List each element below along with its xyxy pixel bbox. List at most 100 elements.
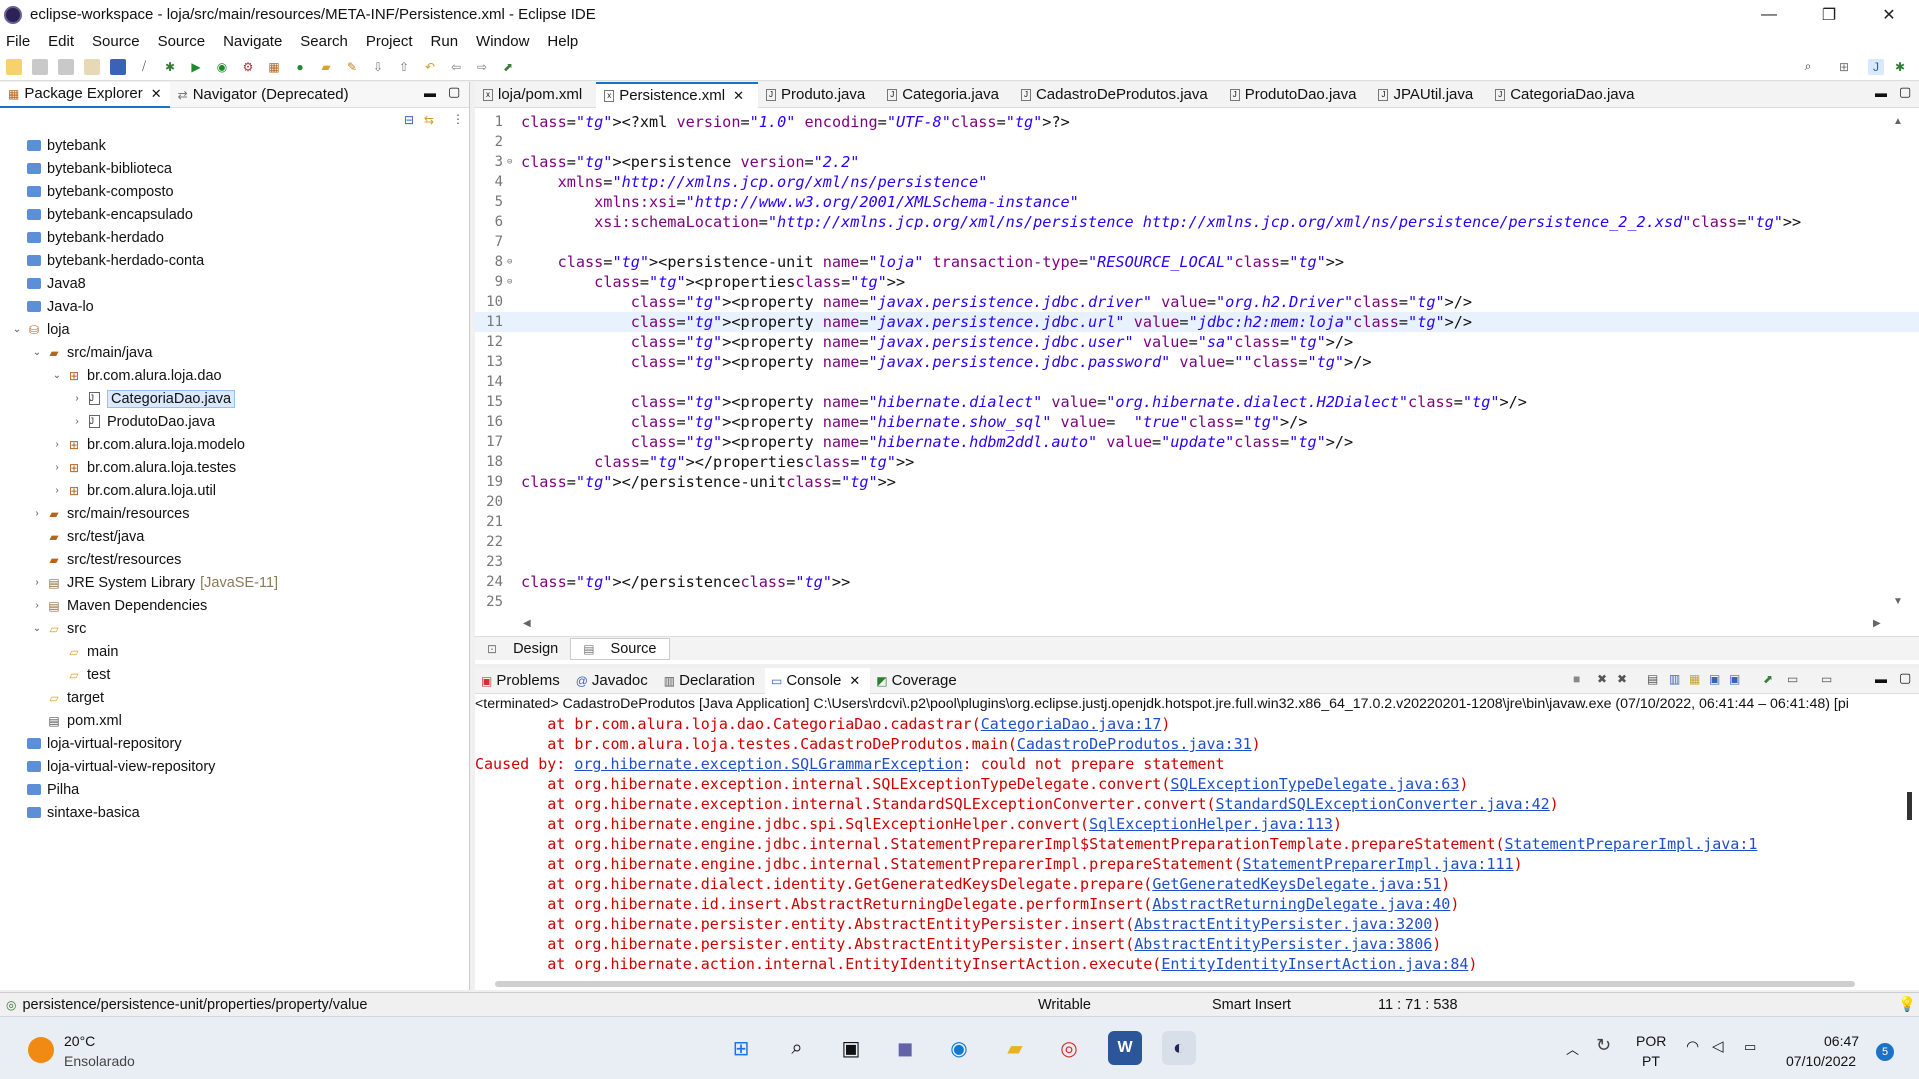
- chevron-right-icon[interactable]: ›: [30, 600, 44, 611]
- stacktrace-link[interactable]: AbstractEntityPersister.java:3806: [1134, 935, 1432, 953]
- pin-console-icon[interactable]: ⬈: [1763, 672, 1773, 686]
- forward-icon[interactable]: ⇨: [474, 59, 490, 75]
- tree-item[interactable]: › ▰ src/main/resources: [0, 502, 470, 525]
- tree-item[interactable]: › ⊞ br.com.alura.loja.testes: [0, 456, 470, 479]
- stacktrace-link[interactable]: CategoriaDao.java:17: [981, 715, 1162, 733]
- scroll-up-icon[interactable]: ▲: [1893, 116, 1903, 127]
- show-on-stdout-icon[interactable]: ▣: [1709, 672, 1720, 686]
- pin-editor-icon[interactable]: ⬈: [500, 59, 516, 75]
- windows-start-icon[interactable]: ⊞: [724, 1031, 758, 1065]
- stacktrace-link[interactable]: StatementPreparerImpl.java:1: [1505, 835, 1758, 853]
- teams-chat-icon[interactable]: ◼: [888, 1031, 922, 1065]
- tree-item[interactable]: bytebank-encapsulado: [0, 203, 470, 226]
- save-icon[interactable]: [32, 58, 48, 75]
- coverage-icon[interactable]: ◉: [214, 59, 230, 75]
- close-icon[interactable]: ✕: [151, 86, 162, 102]
- stacktrace-link[interactable]: StandardSQLExceptionConverter.java:42: [1216, 795, 1550, 813]
- chevron-right-icon[interactable]: ›: [70, 416, 84, 427]
- code-editor[interactable]: 1 class="tg"><?xml version="1.0" encoding…: [475, 112, 1919, 612]
- show-hidden-icons-icon[interactable]: ︿: [1566, 1039, 1579, 1058]
- close-console-icon[interactable]: ✕: [849, 673, 860, 689]
- chevron-right-icon[interactable]: ›: [50, 485, 64, 496]
- restore-button[interactable]: ❐: [1800, 0, 1858, 29]
- menu-file[interactable]: File: [6, 33, 30, 50]
- code-line[interactable]: 22: [475, 532, 1919, 552]
- new-icon[interactable]: [6, 58, 22, 75]
- java-perspective-icon[interactable]: J: [1868, 58, 1884, 75]
- menu-source[interactable]: Source: [92, 33, 140, 50]
- console-horizontal-scrollbar[interactable]: [495, 981, 1855, 987]
- collapse-all-icon[interactable]: ⊟: [404, 113, 414, 127]
- eclipse-taskbar-icon[interactable]: ◐: [1162, 1031, 1196, 1065]
- editor-minimize-icon[interactable]: ▬: [1875, 86, 1887, 100]
- code-line[interactable]: 23: [475, 552, 1919, 572]
- tree-item[interactable]: ⌄ ⛁ loja: [0, 318, 470, 341]
- tab-source[interactable]: ▤ Source: [570, 637, 670, 660]
- code-line[interactable]: 2: [475, 132, 1919, 152]
- code-line[interactable]: 12 class="tg"><property name="javax.pers…: [475, 332, 1919, 352]
- tree-item[interactable]: ▤ pom.xml: [0, 709, 470, 732]
- code-line[interactable]: 6 xsi:schemaLocation="http://xmlns.jcp.o…: [475, 212, 1919, 232]
- console-output[interactable]: at br.com.alura.loja.dao.CategoriaDao.ca…: [475, 714, 1919, 974]
- menu-source-2[interactable]: Source: [158, 33, 206, 50]
- code-line[interactable]: 20: [475, 492, 1919, 512]
- code-line[interactable]: 21: [475, 512, 1919, 532]
- back-icon[interactable]: ⇦: [448, 59, 464, 75]
- code-line[interactable]: 4 xmlns="http://xmlns.jcp.org/xml/ns/per…: [475, 172, 1919, 192]
- menu-help[interactable]: Help: [547, 33, 578, 50]
- scroll-down-icon[interactable]: ▼: [1893, 596, 1903, 607]
- tree-item[interactable]: sintaxe-basica: [0, 801, 470, 824]
- stacktrace-link[interactable]: EntityIdentityInsertAction.java:84: [1161, 955, 1468, 973]
- word-icon[interactable]: W: [1108, 1031, 1142, 1065]
- tree-item[interactable]: ▰ src/test/resources: [0, 548, 470, 571]
- tree-item[interactable]: › ⊞ br.com.alura.loja.modelo: [0, 433, 470, 456]
- tree-item[interactable]: › J ProdutoDao.java: [0, 410, 470, 433]
- tab-design[interactable]: ⊡ Design: [475, 638, 570, 660]
- console-minimize-icon[interactable]: ▬: [1875, 672, 1887, 686]
- fold-toggle-icon[interactable]: ⊖: [507, 277, 519, 287]
- external-tools-icon[interactable]: ⚙: [240, 59, 256, 75]
- clear-console-icon[interactable]: ▤: [1647, 672, 1658, 686]
- chevron-down-icon[interactable]: ⌄: [10, 324, 24, 335]
- tree-item[interactable]: ▱ main: [0, 640, 470, 663]
- search-taskbar-icon[interactable]: ⌕: [780, 1031, 814, 1065]
- tree-item[interactable]: bytebank: [0, 134, 470, 157]
- open-perspective-icon[interactable]: ⊞: [1836, 59, 1852, 75]
- file-explorer-icon[interactable]: ▰: [998, 1031, 1032, 1065]
- editor-tab[interactable]: J ProdutoDao.java: [1222, 82, 1371, 108]
- sun-weather-icon[interactable]: [28, 1037, 54, 1063]
- code-line[interactable]: 24 class="tg"></persistenceclass="tg">>: [475, 572, 1919, 592]
- console-maximize-icon[interactable]: ▢: [1899, 670, 1911, 686]
- menu-window[interactable]: Window: [476, 33, 529, 50]
- tree-item[interactable]: ⌄ ▰ src/main/java: [0, 341, 470, 364]
- tree-item[interactable]: loja-virtual-repository: [0, 732, 470, 755]
- code-line[interactable]: 14: [475, 372, 1919, 392]
- display-console-icon[interactable]: ▭: [1787, 672, 1798, 686]
- link-with-editor-icon[interactable]: ⇆: [424, 113, 434, 127]
- maximize-view-icon[interactable]: ▢: [448, 84, 460, 100]
- tab-declaration[interactable]: ▥ Declaration: [658, 668, 765, 694]
- notification-badge[interactable]: 5: [1876, 1043, 1894, 1061]
- fold-toggle-icon[interactable]: ⊖: [507, 257, 519, 267]
- clock-time[interactable]: 06:47: [1824, 1033, 1859, 1049]
- stacktrace-link[interactable]: SQLExceptionTypeDelegate.java:63: [1170, 775, 1459, 793]
- stacktrace-link[interactable]: AbstractEntityPersister.java:3200: [1134, 915, 1432, 933]
- tree-item[interactable]: bytebank-composto: [0, 180, 470, 203]
- open-console-icon[interactable]: ▭: [1821, 672, 1832, 686]
- menu-navigate[interactable]: Navigate: [223, 33, 282, 50]
- stacktrace-link[interactable]: StatementPreparerImpl.java:111: [1243, 855, 1514, 873]
- tab-javadoc[interactable]: @ Javadoc: [570, 668, 658, 694]
- tree-item[interactable]: › ▤ JRE System Library [JavaSE-11]: [0, 571, 470, 594]
- code-line[interactable]: 11 class="tg"><property name="javax.pers…: [475, 312, 1919, 332]
- chevron-right-icon[interactable]: ›: [50, 462, 64, 473]
- code-line[interactable]: 1 class="tg"><?xml version="1.0" encoding…: [475, 112, 1919, 132]
- word-wrap-icon[interactable]: ▦: [1689, 672, 1700, 686]
- tab-coverage[interactable]: ◩ Coverage: [870, 668, 966, 694]
- stacktrace-link[interactable]: SqlExceptionHelper.java:113: [1089, 815, 1333, 833]
- tree-item[interactable]: bytebank-herdado: [0, 226, 470, 249]
- run-icon[interactable]: ▶: [188, 59, 204, 75]
- tree-item[interactable]: › ▤ Maven Dependencies: [0, 594, 470, 617]
- editor-tab[interactable]: J CadastroDeProdutos.java: [1013, 82, 1222, 108]
- tree-item[interactable]: Java8: [0, 272, 470, 295]
- code-line[interactable]: 5 xmlns:xsi="http://www.w3.org/2001/XMLS…: [475, 192, 1919, 212]
